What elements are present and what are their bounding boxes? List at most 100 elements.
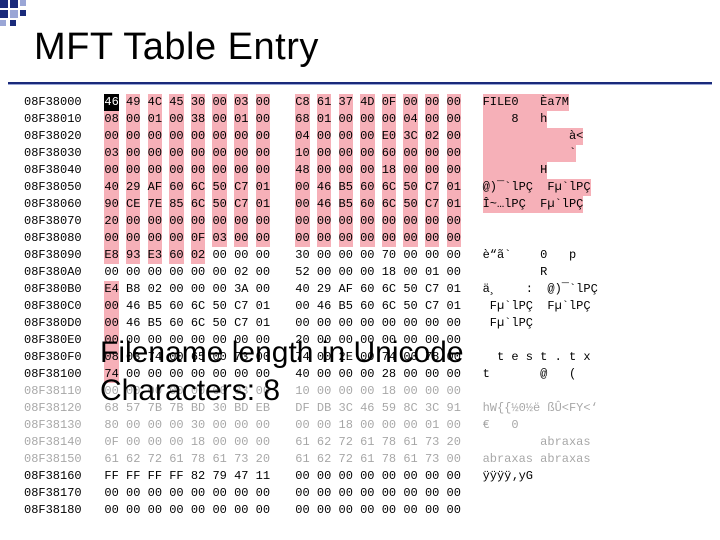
hex-byte: 00: [234, 502, 248, 519]
hex-byte: 00: [425, 111, 439, 128]
ascii-cell: ä¸ : @)¯`lPÇ: [483, 281, 598, 298]
hex-byte: 00: [447, 230, 461, 247]
hex-byte: 01: [425, 264, 439, 281]
hex-byte: 00: [403, 213, 417, 230]
hex-byte: 00: [295, 230, 309, 247]
hex-byte: 04: [403, 111, 417, 128]
hex-byte: 00: [425, 315, 439, 332]
hex-row: 08F38070 20 00 00 00 00 00 00 00 00 00 0…: [24, 213, 696, 230]
hex-byte: 62: [317, 451, 331, 468]
hex-byte: 73: [425, 451, 439, 468]
slide: MFT Table Entry 08F38000 46 49 4C 45 30 …: [0, 0, 720, 540]
hex-byte: 00: [360, 145, 374, 162]
hex-byte: 00: [169, 230, 183, 247]
hex-byte: C7: [234, 179, 248, 196]
hex-byte: 00: [295, 298, 309, 315]
hex-byte: 38: [191, 111, 205, 128]
hex-byte: 00: [191, 264, 205, 281]
hex-byte: 00: [360, 502, 374, 519]
hex-row: 08F38000 46 49 4C 45 30 00 03 00 C8 61 3…: [24, 94, 696, 111]
hex-byte: 00: [425, 162, 439, 179]
hex-byte: 60: [382, 145, 396, 162]
hex-byte: 00: [360, 315, 374, 332]
hex-byte: 00: [425, 94, 439, 111]
hex-byte: B5: [339, 179, 353, 196]
hex-byte: 00: [360, 417, 374, 434]
hex-byte: 00: [447, 128, 461, 145]
hex-byte: 00: [317, 315, 331, 332]
hex-byte: 00: [317, 162, 331, 179]
hex-byte: 03: [212, 230, 226, 247]
hex-byte: 00: [447, 485, 461, 502]
hex-byte: 00: [126, 111, 140, 128]
hex-byte: 6C: [382, 179, 396, 196]
hex-byte: 00: [126, 264, 140, 281]
hex-byte: 00: [169, 162, 183, 179]
hex-byte: 00: [191, 485, 205, 502]
hex-row: 08F38160 FF FF FF FF 82 79 47 11 00 00 0…: [24, 468, 696, 485]
hex-byte: 61: [212, 451, 226, 468]
hex-byte: 00: [317, 145, 331, 162]
address-cell: 08F38140: [24, 434, 90, 451]
hex-byte: 00: [234, 162, 248, 179]
hex-byte: 20: [447, 434, 461, 451]
hex-byte: 50: [212, 315, 226, 332]
hex-byte: 00: [212, 145, 226, 162]
hex-byte: 00: [191, 145, 205, 162]
hex-byte: 00: [191, 502, 205, 519]
hex-byte: CE: [126, 196, 140, 213]
hex-byte: B5: [148, 298, 162, 315]
hex-byte: 00: [126, 434, 140, 451]
hex-byte: 00: [212, 94, 226, 111]
hex-byte: 00: [104, 298, 118, 315]
address-cell: 08F380D0: [24, 315, 90, 332]
ascii-cell: FILE0 Èa7M: [483, 94, 569, 111]
hex-byte: 00: [425, 502, 439, 519]
hex-dump: 08F38000 46 49 4C 45 30 00 03 00 C8 61 3…: [24, 94, 696, 520]
hex-byte: 60: [360, 196, 374, 213]
hex-byte: 00: [148, 417, 162, 434]
hex-byte: 60: [169, 179, 183, 196]
address-cell: 08F380C0: [24, 298, 90, 315]
hex-byte: 01: [447, 196, 461, 213]
hex-byte: 00: [256, 247, 270, 264]
hex-byte: E8: [104, 247, 118, 264]
hex-byte: AF: [339, 281, 353, 298]
hex-byte: 00: [234, 247, 248, 264]
hex-byte: 00: [382, 468, 396, 485]
address-cell: 08F38130: [24, 417, 90, 434]
hex-byte: 08: [104, 111, 118, 128]
hex-byte: 00: [447, 94, 461, 111]
hex-byte: 00: [126, 485, 140, 502]
hex-byte: 03: [234, 94, 248, 111]
hex-byte: 00: [148, 434, 162, 451]
hex-byte: 00: [295, 468, 309, 485]
hex-byte: 00: [234, 213, 248, 230]
hex-byte: 00: [317, 485, 331, 502]
ascii-cell: Fµ`lPÇ: [483, 315, 533, 332]
hex-byte: 00: [425, 485, 439, 502]
hex-byte: C7: [234, 196, 248, 213]
hex-row: 08F38140 0F 00 00 00 18 00 00 00 61 62 7…: [24, 434, 696, 451]
hex-byte: 00: [104, 230, 118, 247]
hex-byte: B5: [339, 196, 353, 213]
address-cell: 08F38100: [24, 366, 90, 383]
hex-byte: 00: [447, 162, 461, 179]
hex-byte: 01: [447, 298, 461, 315]
hex-byte: 90: [104, 196, 118, 213]
hex-byte: 00: [104, 502, 118, 519]
hex-byte: 18: [382, 162, 396, 179]
hex-byte: 00: [148, 145, 162, 162]
hex-byte: 00: [256, 94, 270, 111]
hex-byte: 00: [360, 128, 374, 145]
hex-byte: 01: [234, 111, 248, 128]
ascii-cell: è“ã` 0 p: [483, 247, 577, 264]
hex-byte: 01: [425, 417, 439, 434]
hex-row: 08F380A0 00 00 00 00 00 00 02 00 52 00 0…: [24, 264, 696, 281]
hex-byte: 72: [148, 451, 162, 468]
address-cell: 08F38110: [24, 383, 90, 400]
hex-byte: 00: [317, 213, 331, 230]
hex-byte: 00: [295, 485, 309, 502]
hex-byte: 49: [126, 94, 140, 111]
hex-byte: 40: [104, 179, 118, 196]
